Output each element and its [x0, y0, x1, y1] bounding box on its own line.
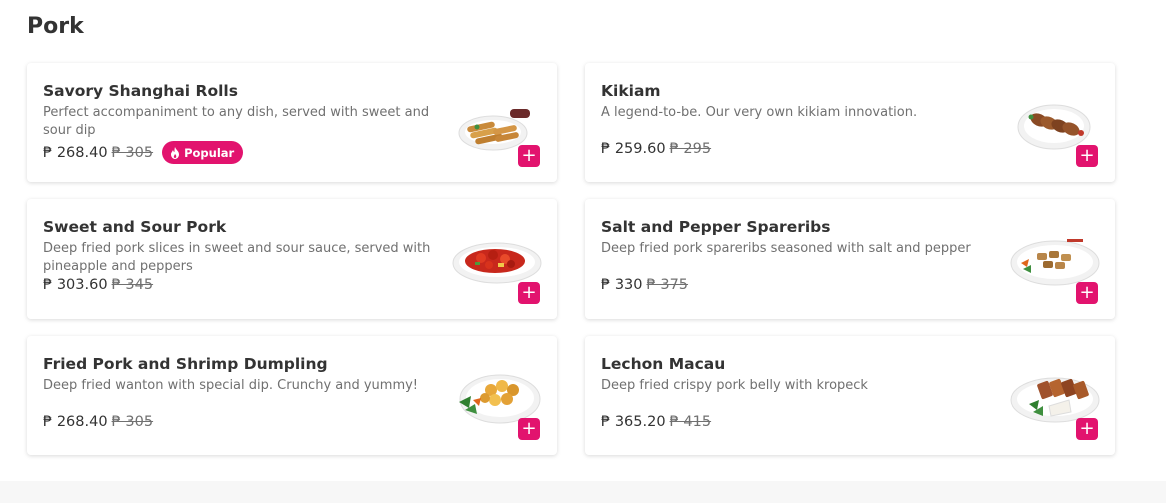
item-description: A legend-to-be. Our very own kikiam inno… [601, 105, 918, 120]
item-info: Salt and Pepper Spareribs Deep fried por… [601, 216, 991, 293]
menu-item-card[interactable]: Salt and Pepper Spareribs Deep fried por… [585, 199, 1115, 319]
add-button[interactable]: + [518, 145, 540, 167]
item-price: ₱ 268.40 [43, 414, 108, 430]
badge-label: Popular [184, 145, 235, 160]
item-name: Lechon Macau [601, 355, 726, 373]
popular-badge: Popular [162, 141, 244, 164]
item-name: Savory Shanghai Rolls [43, 82, 238, 100]
item-name: Kikiam [601, 82, 661, 100]
menu-item-card[interactable]: Savory Shanghai Rolls Perfect accompanim… [27, 63, 557, 182]
item-description: Deep fried crispy pork belly with kropec… [601, 378, 868, 393]
item-old-price: ₱ 305 [111, 414, 154, 430]
item-price: ₱ 303.60 [43, 277, 108, 293]
item-name: Fried Pork and Shrimp Dumpling [43, 355, 328, 373]
item-description: Deep fried wanton with special dip. Crun… [43, 378, 419, 393]
item-old-price: ₱ 375 [646, 277, 689, 293]
price-row: ₱ 259.60 ₱ 295 [601, 141, 991, 157]
item-info: Fried Pork and Shrimp Dumpling Deep frie… [43, 353, 433, 430]
section-title: Pork [27, 14, 84, 39]
item-old-price: ₱ 415 [669, 414, 712, 430]
menu-item-card[interactable]: Kikiam A legend-to-be. Our very own kiki… [585, 63, 1115, 182]
item-old-price: ₱ 295 [669, 141, 712, 157]
item-name: Salt and Pepper Spareribs [601, 218, 831, 236]
menu-page: Pork Savory Shanghai Rolls Perfect accom… [0, 0, 1166, 503]
add-button[interactable]: + [518, 418, 540, 440]
item-info: Sweet and Sour Pork Deep fried pork slic… [43, 216, 433, 293]
item-description: Perfect accompaniment to any dish, serve… [43, 105, 430, 138]
flame-icon [171, 146, 180, 159]
menu-item-card[interactable]: Lechon Macau Deep fried crispy pork bell… [585, 336, 1115, 455]
price-row: ₱ 268.40 ₱ 305 [43, 414, 433, 430]
item-info: Kikiam A legend-to-be. Our very own kiki… [601, 80, 991, 157]
item-old-price: ₱ 305 [111, 144, 154, 161]
add-button[interactable]: + [518, 282, 540, 304]
item-price: ₱ 268.40 [43, 144, 108, 161]
item-description: Deep fried pork spareribs seasoned with … [601, 241, 971, 256]
footer-band [0, 481, 1166, 503]
item-price: ₱ 259.60 [601, 141, 666, 157]
item-old-price: ₱ 345 [111, 277, 154, 293]
item-info: Savory Shanghai Rolls Perfect accompanim… [43, 80, 433, 164]
menu-item-card[interactable]: Sweet and Sour Pork Deep fried pork slic… [27, 199, 557, 319]
item-description: Deep fried pork slices in sweet and sour… [43, 241, 431, 274]
add-button[interactable]: + [1076, 418, 1098, 440]
item-price: ₱ 365.20 [601, 414, 666, 430]
price-row: ₱ 268.40 ₱ 305 Popular [43, 141, 433, 164]
item-info: Lechon Macau Deep fried crispy pork bell… [601, 353, 991, 430]
price-row: ₱ 365.20 ₱ 415 [601, 414, 991, 430]
price-row: ₱ 330 ₱ 375 [601, 277, 991, 293]
menu-item-card[interactable]: Fried Pork and Shrimp Dumpling Deep frie… [27, 336, 557, 455]
item-name: Sweet and Sour Pork [43, 218, 227, 236]
add-button[interactable]: + [1076, 145, 1098, 167]
add-button[interactable]: + [1076, 282, 1098, 304]
price-row: ₱ 303.60 ₱ 345 [43, 277, 433, 293]
item-price: ₱ 330 [601, 277, 643, 293]
